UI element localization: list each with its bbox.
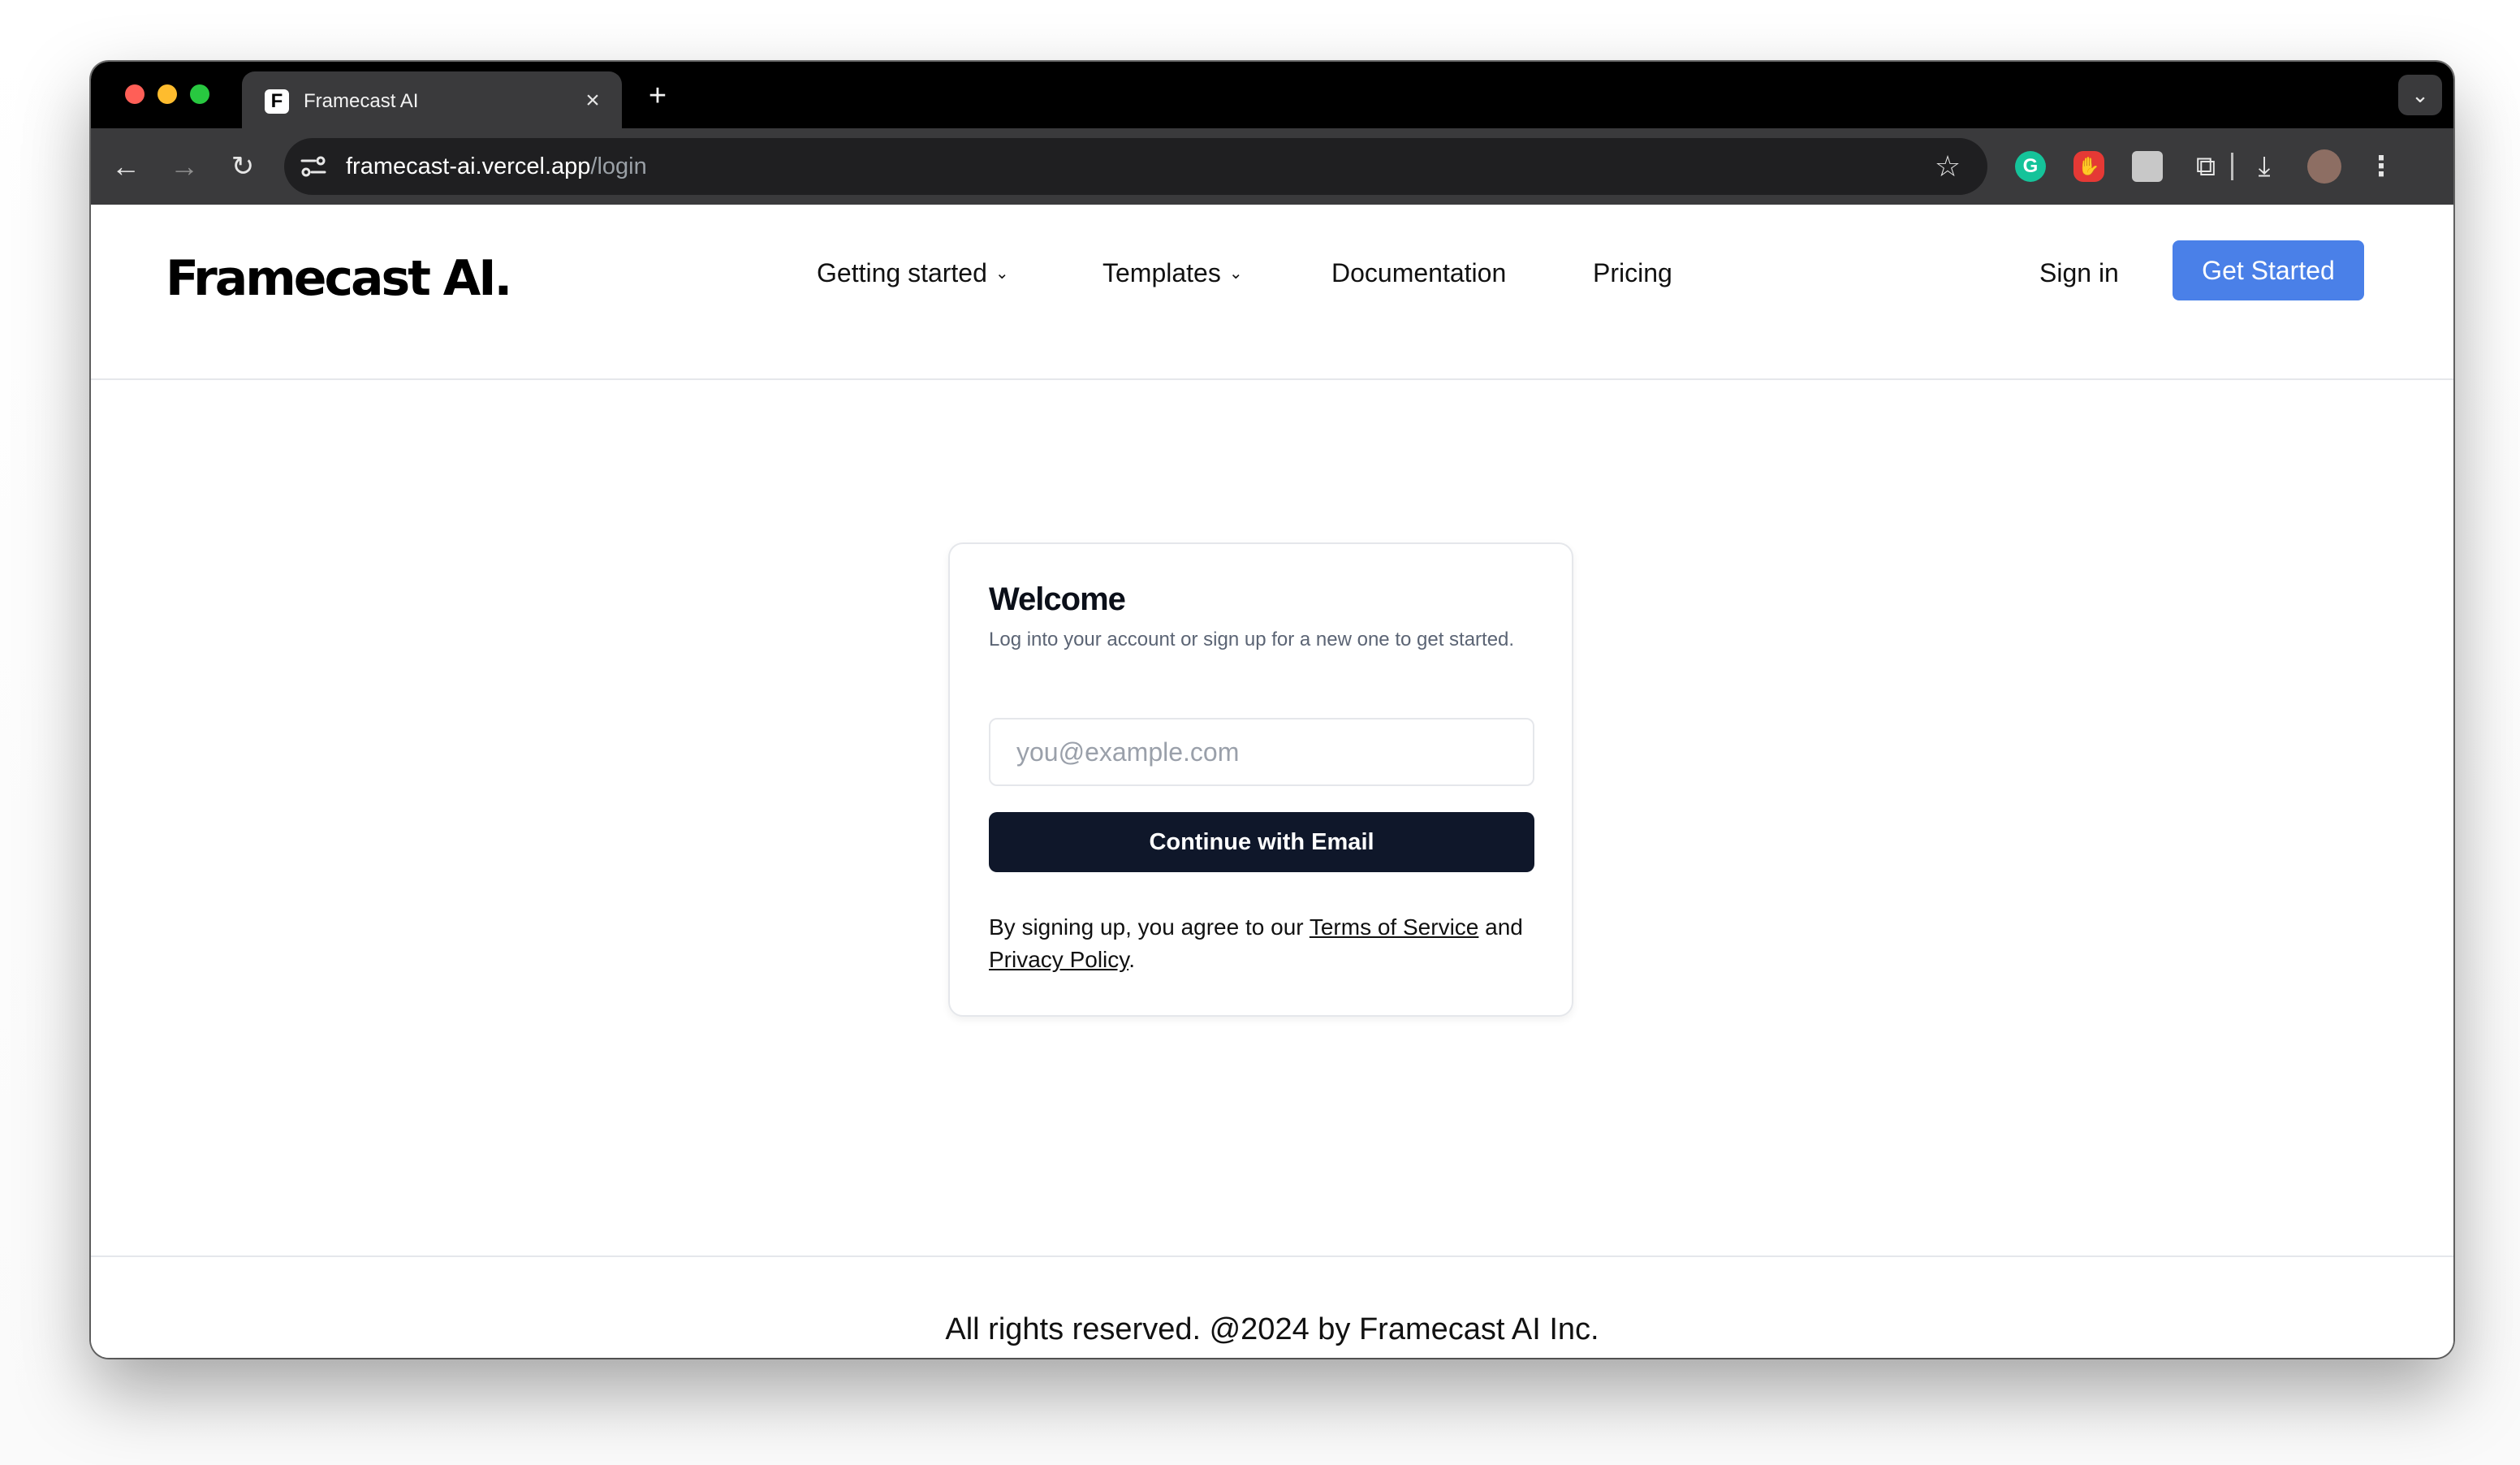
screenshot-stage: F Framecast AI × + ⌄ ← → ↻ framecast-ai.… (0, 0, 2520, 1465)
extension-icon[interactable] (2132, 151, 2163, 182)
minimize-window-button[interactable] (158, 84, 177, 104)
tab-strip: F Framecast AI × + ⌄ (91, 62, 2453, 128)
puzzle-icon[interactable]: ⧉ (2190, 151, 2221, 182)
kebab-menu-icon[interactable]: ⋮ (2366, 151, 2397, 182)
email-field[interactable] (989, 718, 1534, 786)
site-info-icon[interactable] (299, 152, 328, 181)
forward-arrow-icon[interactable]: → (164, 146, 205, 187)
nav-getting-started[interactable]: Getting started ⌄ (817, 257, 1009, 290)
address-bar[interactable]: framecast-ai.vercel.app/login ☆ (284, 138, 1987, 195)
site-header: Framecast AI. Getting started ⌄ Templates… (91, 205, 2453, 380)
get-started-button[interactable]: Get Started (2173, 240, 2364, 300)
download-icon[interactable]: ⤓ (2249, 151, 2280, 182)
privacy-policy-link[interactable]: Privacy Policy (989, 947, 1128, 972)
legal-text: By signing up, you agree to our Terms of… (989, 911, 1541, 976)
back-arrow-icon[interactable]: ← (106, 146, 146, 187)
terms-of-service-link[interactable]: Terms of Service (1310, 914, 1479, 940)
legal-mid: and (1478, 914, 1523, 940)
framecast-logo[interactable]: Framecast AI. (166, 250, 512, 307)
site-footer: All rights reserved. @2024 by Framecast … (91, 1255, 2453, 1358)
nav-label: Getting started (817, 258, 987, 287)
browser-window: F Framecast AI × + ⌄ ← → ↻ framecast-ai.… (91, 62, 2453, 1358)
browser-toolbar: ← → ↻ framecast-ai.vercel.app/login ☆ G … (91, 128, 2453, 205)
login-card: Welcome Log into your account or sign up… (948, 542, 1573, 1017)
legal-prefix: By signing up, you agree to our (989, 914, 1310, 940)
sign-in-link[interactable]: Sign in (2039, 257, 2119, 289)
adblock-icon[interactable]: ✋ (2073, 151, 2104, 182)
bookmark-star-icon[interactable]: ☆ (1931, 149, 1965, 184)
tab-search-button[interactable]: ⌄ (2398, 75, 2442, 115)
new-tab-button[interactable]: + (640, 78, 675, 114)
tab-title: Framecast AI (304, 90, 419, 112)
profile-avatar[interactable] (2307, 149, 2341, 184)
nav-label: Templates (1102, 258, 1221, 287)
page-content: Framecast AI. Getting started ⌄ Templates… (91, 205, 2453, 1358)
login-title: Welcome (989, 581, 1126, 617)
url-path: /login (590, 153, 647, 179)
close-window-button[interactable] (125, 84, 145, 104)
tab-framecast[interactable]: F Framecast AI × (242, 71, 622, 128)
url-host: framecast-ai.vercel.app (346, 153, 591, 179)
chevron-down-icon: ⌄ (1228, 265, 1243, 283)
reload-icon[interactable]: ↻ (222, 146, 263, 187)
nav-templates[interactable]: Templates ⌄ (1102, 257, 1243, 290)
url-text[interactable]: framecast-ai.vercel.app/login (346, 153, 647, 180)
nav-pricing[interactable]: Pricing (1593, 257, 1672, 289)
continue-with-email-button[interactable]: Continue with Email (989, 812, 1534, 872)
close-tab-icon[interactable]: × (578, 86, 607, 115)
toolbar-divider (2231, 153, 2233, 180)
grammarly-icon[interactable]: G (2015, 151, 2046, 182)
chevron-down-icon: ⌄ (995, 265, 1009, 283)
nav-documentation[interactable]: Documentation (1331, 257, 1506, 289)
framecast-favicon-icon: F (265, 89, 289, 114)
login-subtitle: Log into your account or sign up for a n… (989, 629, 1515, 650)
legal-suffix: . (1128, 947, 1135, 972)
maximize-window-button[interactable] (190, 84, 209, 104)
footer-copyright: All rights reserved. @2024 by Framecast … (945, 1312, 1599, 1346)
